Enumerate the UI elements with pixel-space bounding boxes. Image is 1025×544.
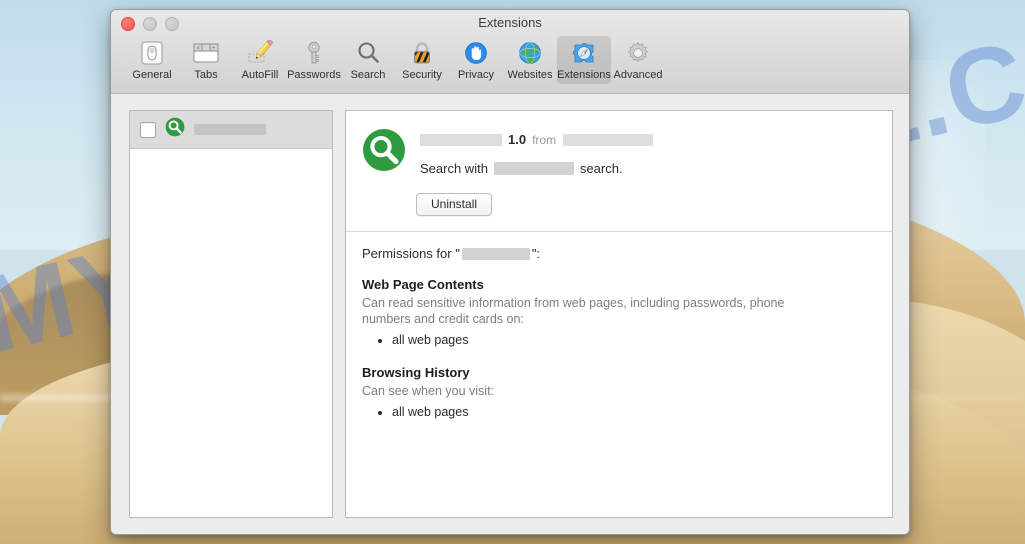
key-icon bbox=[298, 38, 330, 68]
permission-body: Can see when you visit: bbox=[362, 384, 495, 398]
minimize-button[interactable] bbox=[143, 17, 157, 31]
permission-items: all web pages bbox=[362, 331, 874, 349]
permissions-heading-prefix: Permissions for " bbox=[362, 246, 460, 261]
toolbar-label-websites: Websites bbox=[507, 69, 553, 81]
safari-preferences-window: Extensions General × + Tabs AutoFill Pas… bbox=[110, 9, 910, 535]
toolbar-item-search[interactable]: Search bbox=[341, 36, 395, 84]
extension-publisher-redacted bbox=[563, 133, 654, 146]
window-title: Extensions bbox=[478, 15, 542, 30]
green-magnifier-icon bbox=[362, 128, 406, 177]
permissions-heading-suffix: ": bbox=[531, 246, 541, 261]
permission-items: all web pages bbox=[362, 403, 874, 421]
padlock-icon bbox=[406, 38, 438, 68]
autofill-pencil-icon bbox=[244, 38, 276, 68]
permission-heading: Web Page Contents bbox=[362, 277, 484, 292]
tabs-icon: × + bbox=[190, 38, 222, 68]
extension-enable-checkbox[interactable] bbox=[140, 121, 156, 138]
magnifier-icon bbox=[352, 38, 384, 68]
description-name-redacted bbox=[493, 162, 574, 175]
window-chrome: Extensions General × + Tabs AutoFill Pas… bbox=[111, 10, 909, 94]
permissions-section: Permissions for " ": Web Page Contents C… bbox=[346, 232, 892, 421]
extension-detail-pane: 1.0 from Search with search. Uninstall P… bbox=[345, 110, 893, 518]
hand-icon bbox=[460, 38, 492, 68]
extension-version: 1.0 bbox=[508, 132, 527, 147]
extension-description: Search with search. bbox=[420, 161, 874, 176]
uninstall-row: Uninstall bbox=[346, 177, 892, 216]
extension-header-text: 1.0 from Search with search. bbox=[420, 128, 874, 177]
list-item[interactable] bbox=[130, 111, 332, 149]
list-item: all web pages bbox=[392, 403, 874, 421]
gear-icon bbox=[622, 38, 654, 68]
permission-heading: Browsing History bbox=[362, 365, 470, 380]
toolbar-item-tabs[interactable]: × + Tabs bbox=[179, 36, 233, 84]
svg-text:+: + bbox=[212, 46, 216, 52]
globe-icon bbox=[514, 38, 546, 68]
svg-text:×: × bbox=[197, 46, 201, 52]
green-magnifier-icon bbox=[165, 117, 185, 142]
permission-group-web-page-contents: Web Page Contents Can read sensitive inf… bbox=[362, 277, 874, 349]
from-label: from bbox=[532, 132, 557, 147]
zoom-button[interactable] bbox=[165, 17, 179, 31]
window-titlebar[interactable]: Extensions bbox=[111, 10, 909, 36]
extension-name-redacted bbox=[194, 124, 266, 135]
toolbar-label-extensions: Extensions bbox=[557, 69, 611, 81]
toolbar-label-privacy: Privacy bbox=[457, 69, 495, 81]
toolbar-label-tabs: Tabs bbox=[194, 69, 218, 81]
toolbar-item-passwords[interactable]: Passwords bbox=[287, 36, 341, 84]
close-button[interactable] bbox=[121, 17, 135, 31]
toolbar-label-passwords: Passwords bbox=[287, 69, 341, 81]
toolbar-item-general[interactable]: General bbox=[125, 36, 179, 84]
permissions-heading: Permissions for " ": bbox=[362, 246, 874, 261]
permissions-name-redacted bbox=[461, 247, 530, 260]
toolbar-item-websites[interactable]: Websites bbox=[503, 36, 557, 84]
description-suffix: search. bbox=[579, 161, 623, 176]
toolbar-item-autofill[interactable]: AutoFill bbox=[233, 36, 287, 84]
traffic-light-group bbox=[121, 17, 179, 31]
extension-header: 1.0 from Search with search. bbox=[346, 111, 892, 177]
permission-group-browsing-history: Browsing History Can see when you visit:… bbox=[362, 365, 874, 421]
toolbar-label-autofill: AutoFill bbox=[241, 69, 279, 81]
toolbar-item-security[interactable]: Security bbox=[395, 36, 449, 84]
toolbar-item-privacy[interactable]: Privacy bbox=[449, 36, 503, 84]
general-switch-icon bbox=[136, 38, 168, 68]
puzzle-compass-icon bbox=[568, 38, 600, 68]
extensions-list[interactable] bbox=[129, 110, 333, 518]
toolbar-label-advanced: Advanced bbox=[613, 69, 663, 81]
list-item: all web pages bbox=[392, 331, 874, 349]
toolbar-item-extensions[interactable]: Extensions bbox=[557, 36, 611, 84]
toolbar-item-advanced[interactable]: Advanced bbox=[611, 36, 665, 84]
description-prefix: Search with bbox=[420, 161, 488, 176]
extension-name-redacted bbox=[420, 133, 502, 146]
toolbar-label-general: General bbox=[132, 69, 172, 81]
extension-title-line: 1.0 from bbox=[420, 131, 874, 148]
toolbar-label-search: Search bbox=[350, 69, 386, 81]
preferences-toolbar: General × + Tabs AutoFill Passwords Sear… bbox=[111, 36, 909, 93]
extensions-pane: 1.0 from Search with search. Uninstall P… bbox=[111, 94, 909, 534]
permission-body: Can read sensitive information from web … bbox=[362, 296, 785, 326]
uninstall-button[interactable]: Uninstall bbox=[416, 193, 493, 216]
toolbar-label-security: Security bbox=[402, 69, 442, 81]
